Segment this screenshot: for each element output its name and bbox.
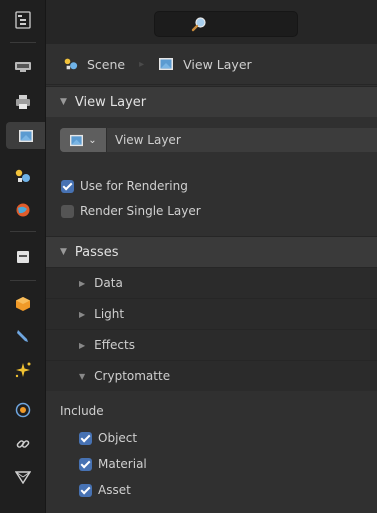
constraint-icon (16, 439, 30, 448)
tool-settings-icon (15, 10, 31, 29)
world-tab[interactable] (6, 196, 40, 223)
scene-icon (15, 169, 30, 182)
checkbox-label: Asset (98, 483, 131, 497)
wrench-icon (17, 329, 28, 342)
tool-tab[interactable] (6, 6, 40, 33)
expanded-triangle-icon: ▼ (60, 97, 67, 107)
breadcrumb-view-layer[interactable]: View Layer (183, 57, 252, 72)
view-layer-browse-button[interactable]: ⌄ (60, 128, 106, 152)
collapsed-triangle-icon: ▶ (79, 278, 86, 288)
view-layer-selector[interactable]: ⌄ View Layer (60, 128, 377, 152)
particles-icon (15, 362, 31, 377)
passes-panel-header[interactable]: ▼ Passes (46, 236, 377, 267)
mesh-data-icon (15, 470, 31, 484)
view-layer-icon (70, 134, 84, 146)
properties-editor: Scene ▸ View Layer ▼ View Layer ⌄ View L… (46, 0, 377, 513)
expanded-triangle-icon: ▼ (60, 247, 67, 257)
breadcrumb-separator-icon: ▸ (139, 58, 145, 70)
chevron-down-icon: ⌄ (88, 134, 97, 146)
collection-icon (17, 250, 29, 263)
collapsed-triangle-icon: ▶ (79, 309, 86, 319)
properties-tab-bar (0, 0, 46, 513)
subpanel-title: Cryptomatte (94, 369, 171, 383)
use-for-rendering-toggle[interactable]: Use for Rendering (61, 179, 188, 193)
cryptomatte-subpanel-header[interactable]: ▼ Cryptomatte (46, 360, 377, 391)
object-icon (16, 296, 30, 311)
panel-title: Passes (74, 244, 119, 260)
cryptomatte-asset-toggle[interactable]: Asset (79, 483, 131, 497)
checkbox-label: Object (98, 431, 138, 445)
checkbox-label: Render Single Layer (80, 204, 201, 218)
object-tab[interactable] (6, 290, 40, 317)
physics-tab[interactable] (6, 396, 40, 423)
breadcrumb: Scene ▸ View Layer (46, 44, 377, 85)
include-label: Include (60, 404, 104, 418)
tab-separator (10, 42, 36, 43)
render-single-layer-toggle[interactable]: Render Single Layer (61, 204, 201, 218)
world-icon (16, 203, 30, 216)
checkbox[interactable] (79, 431, 92, 445)
printer-icon (16, 94, 30, 109)
subpanel-title: Effects (94, 338, 135, 352)
render-tab[interactable] (6, 52, 40, 79)
particles-tab[interactable] (6, 356, 40, 383)
search-input[interactable] (154, 11, 298, 37)
view-layer-tab[interactable] (6, 122, 45, 149)
checkbox[interactable] (61, 204, 74, 218)
modifiers-tab[interactable] (6, 322, 40, 349)
breadcrumb-scene[interactable]: Scene (87, 57, 125, 72)
checkbox[interactable] (79, 457, 92, 471)
checkbox-label: Material (98, 457, 147, 471)
view-layer-name-field[interactable]: View Layer (106, 128, 377, 152)
subpanel-title: Data (94, 276, 123, 290)
collapsed-triangle-icon: ▶ (79, 340, 86, 350)
cryptomatte-material-toggle[interactable]: Material (79, 457, 147, 471)
view-layer-panel-header[interactable]: ▼ View Layer (46, 86, 377, 117)
light-subpanel-header[interactable]: ▶ Light (46, 298, 377, 329)
collection-tab[interactable] (6, 243, 40, 270)
render-icon (15, 61, 31, 72)
properties-header (46, 0, 377, 44)
tab-separator (10, 231, 36, 232)
constraints-tab[interactable] (6, 430, 40, 457)
view-layer-icon (158, 57, 174, 71)
expanded-triangle-icon: ▼ (79, 371, 86, 381)
data-subpanel-header[interactable]: ▶ Data (46, 267, 377, 298)
checkbox-label: Use for Rendering (80, 179, 188, 193)
view-layer-icon (18, 129, 33, 142)
checkbox[interactable] (79, 483, 92, 497)
panel-title: View Layer (74, 94, 147, 110)
search-icon (191, 17, 206, 32)
output-tab[interactable] (6, 88, 40, 115)
effects-subpanel-header[interactable]: ▶ Effects (46, 329, 377, 360)
subpanel-title: Light (94, 307, 125, 321)
cryptomatte-object-toggle[interactable]: Object (79, 431, 137, 445)
physics-icon (15, 402, 31, 417)
checkbox[interactable] (61, 179, 74, 193)
tab-separator (10, 280, 36, 281)
scene-icon (63, 57, 79, 71)
data-tab[interactable] (6, 463, 40, 490)
scene-tab[interactable] (6, 162, 40, 189)
